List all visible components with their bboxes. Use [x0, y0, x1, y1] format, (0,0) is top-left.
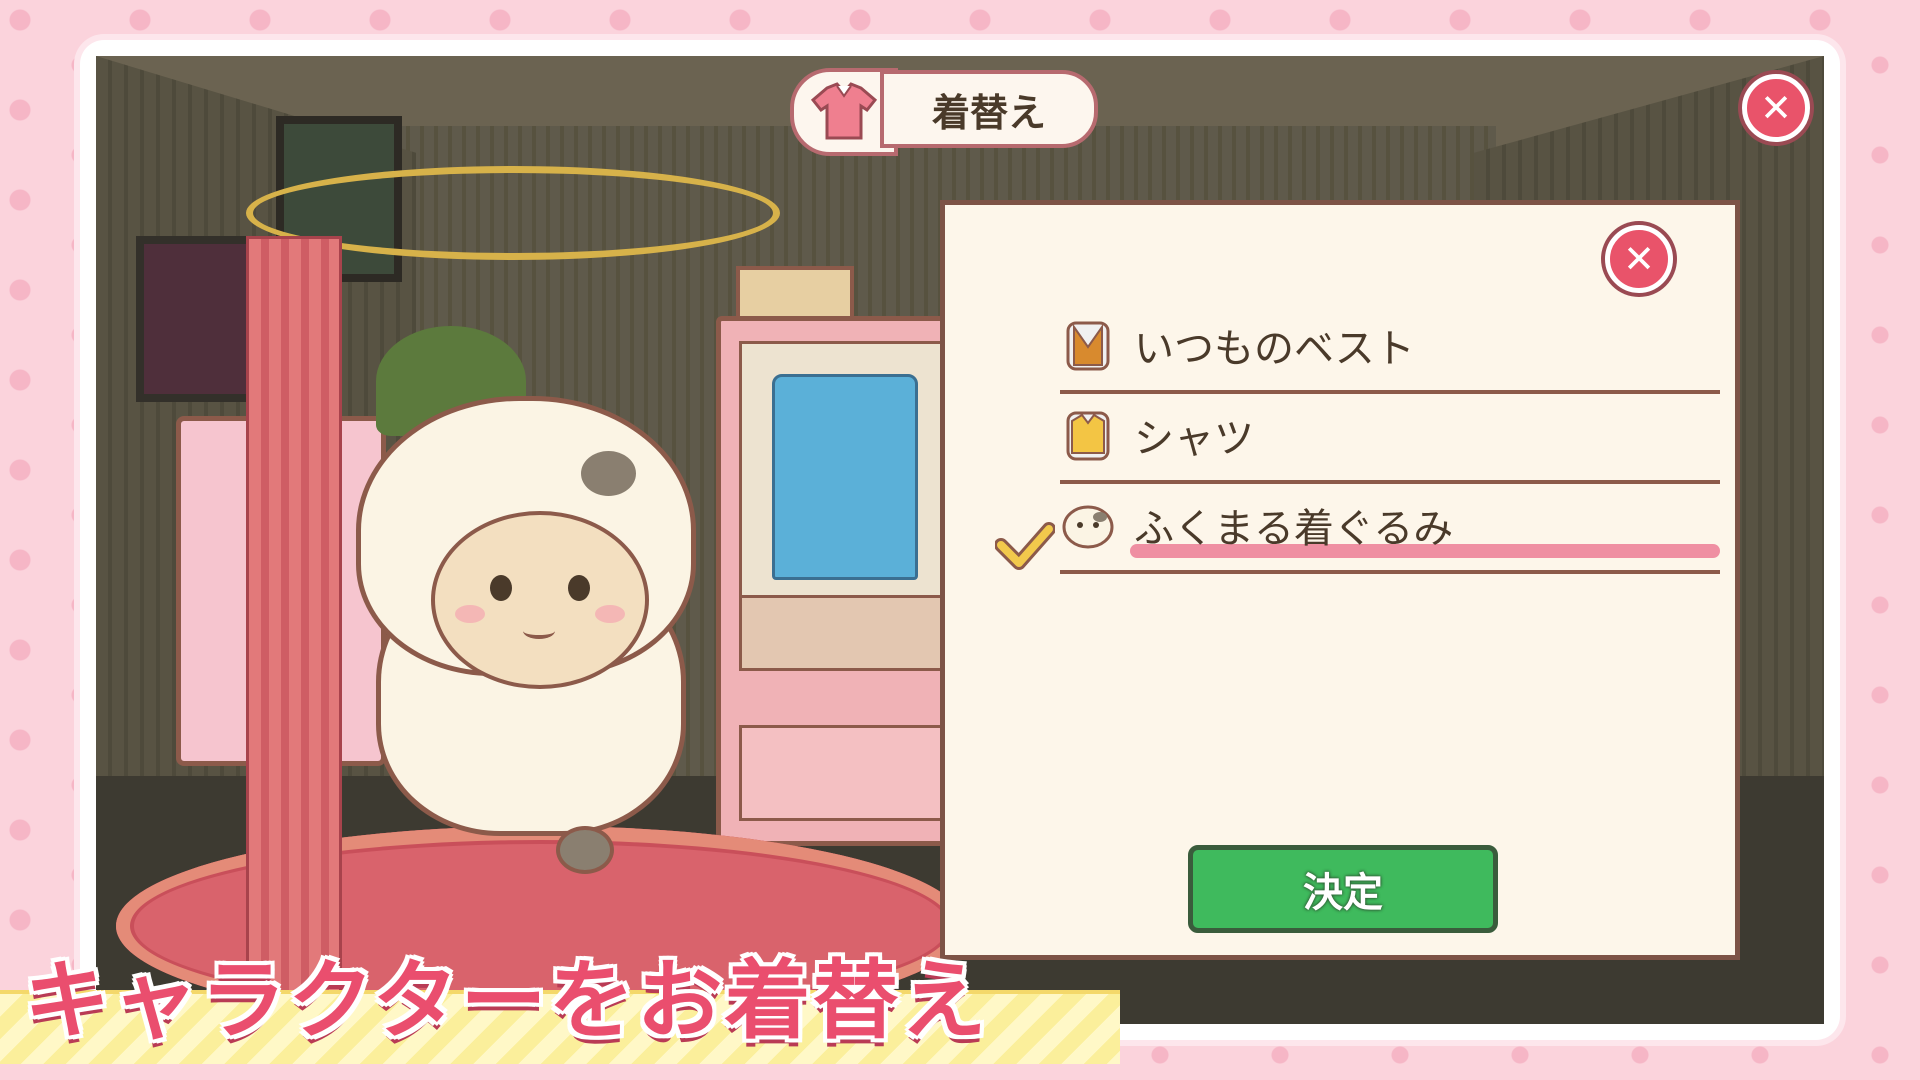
left-blush — [455, 605, 485, 623]
hanging-jacket — [772, 374, 918, 580]
outfit-select-dialog: ✕ いつものベスト シャツ ふくまる着ぐるみ 決定 — [940, 200, 1740, 960]
cat-hood — [356, 396, 696, 689]
screen-title: 着替え — [880, 70, 1098, 148]
outfit-option-shirt[interactable]: シャツ — [1060, 390, 1720, 484]
changing-curtain — [246, 236, 342, 1012]
right-eye — [568, 575, 590, 601]
costume-spot — [556, 826, 614, 874]
checkmark-icon — [995, 522, 1055, 570]
outfit-option-label: いつものベスト — [1134, 326, 1415, 372]
vest-outfit-icon — [1060, 317, 1116, 373]
left-eye — [490, 575, 512, 601]
outfit-option-label: シャツ — [1134, 416, 1254, 462]
character-face — [431, 511, 649, 689]
cat-costume-icon — [1060, 497, 1116, 553]
character-in-cat-costume — [346, 386, 716, 874]
hood-spot — [581, 451, 636, 496]
outfit-option-label: ふくまる着ぐるみ — [1134, 506, 1454, 552]
right-blush — [595, 605, 625, 623]
confirm-button[interactable]: 決定 — [1188, 845, 1498, 933]
close-icon[interactable]: ✕ — [1605, 225, 1673, 293]
outfit-option-vest[interactable]: いつものベスト — [1060, 300, 1720, 394]
mouth — [523, 623, 555, 639]
close-icon[interactable]: ✕ — [1742, 74, 1810, 142]
promo-caption: キャラクターをお着替え — [24, 951, 989, 1051]
outfit-option-cat-costume[interactable]: ふくまる着ぐるみ — [1060, 480, 1720, 574]
shirt-outfit-icon — [1060, 407, 1116, 463]
